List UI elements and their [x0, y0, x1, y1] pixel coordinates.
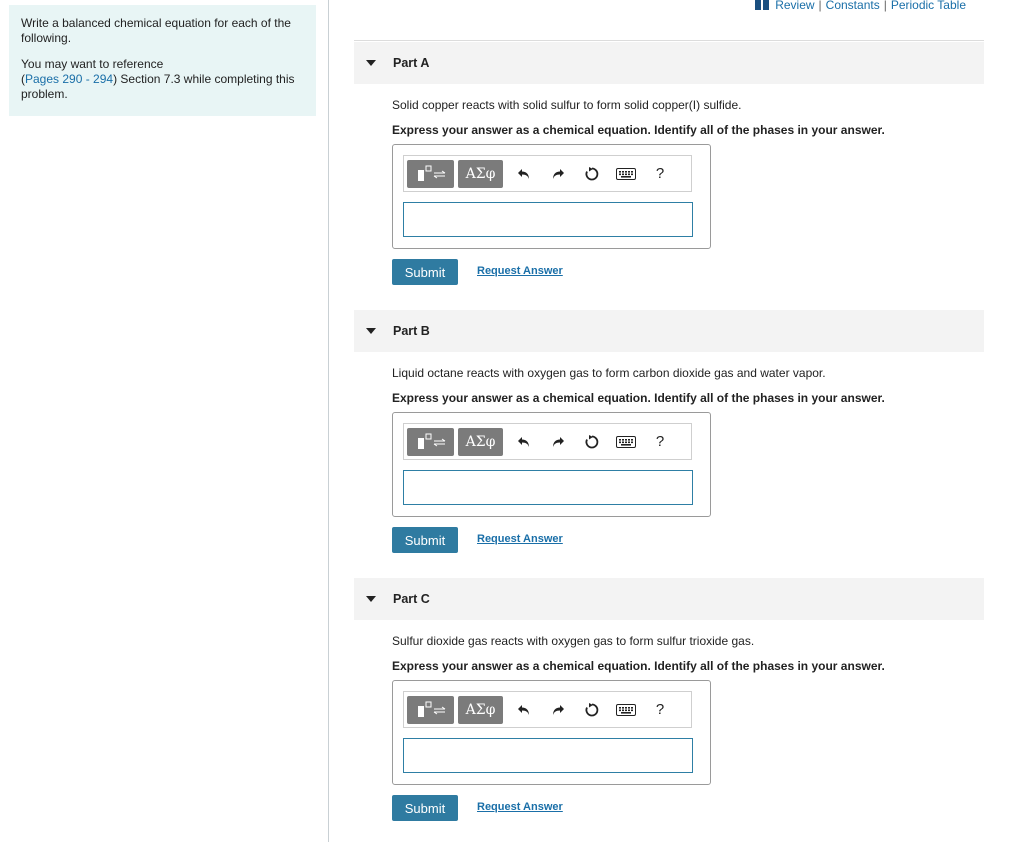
panel-divider — [328, 0, 329, 842]
greek-symbols-button[interactable]: ΑΣφ — [458, 427, 503, 456]
review-link[interactable]: Review — [775, 0, 814, 13]
keyboard-icon[interactable] — [609, 428, 643, 456]
help-icon[interactable]: ? — [643, 696, 677, 724]
intro-text: Write a balanced chemical equation for e… — [21, 16, 291, 45]
top-links: Review | Constants | Periodic Table — [755, 0, 966, 13]
templates-icon — [417, 433, 445, 449]
answer-box: ΑΣφ ? — [392, 680, 711, 785]
question-instruction: Express your answer as a chemical equati… — [392, 123, 885, 137]
reset-icon[interactable] — [575, 160, 609, 188]
part-header[interactable]: Part A — [354, 42, 984, 84]
greek-symbols-button[interactable]: ΑΣφ — [458, 695, 503, 724]
part-section-a: Part A Solid copper reacts with solid su… — [354, 42, 984, 302]
reference-prefix: You may want to reference — [21, 57, 164, 71]
part-title: Part B — [393, 324, 430, 338]
question-prompt: Solid copper reacts with solid sulfur to… — [392, 98, 742, 112]
templates-button[interactable] — [407, 695, 454, 724]
reset-icon[interactable] — [575, 428, 609, 456]
math-toolbar: ΑΣφ ? — [403, 155, 692, 192]
reference-note: You may want to reference (Pages 290 - 2… — [21, 57, 295, 101]
answer-box: ΑΣφ ? — [392, 412, 711, 517]
separator: | — [883, 0, 887, 12]
question-instruction: Express your answer as a chemical equati… — [392, 391, 885, 405]
greek-label: ΑΣφ — [465, 433, 496, 450]
math-toolbar: ΑΣφ ? — [403, 423, 692, 460]
undo-icon[interactable] — [507, 160, 541, 188]
part-section-b: Part B Liquid octane reacts with oxygen … — [354, 310, 984, 570]
greek-label: ΑΣφ — [465, 701, 496, 718]
undo-icon[interactable] — [507, 696, 541, 724]
help-label: ? — [655, 165, 665, 182]
templates-button[interactable] — [407, 427, 454, 456]
top-rule — [354, 40, 984, 41]
part-title: Part A — [393, 56, 430, 70]
part-header[interactable]: Part B — [354, 310, 984, 352]
intro-panel: Write a balanced chemical equation for e… — [9, 5, 316, 116]
caret-down-icon[interactable] — [366, 328, 376, 334]
reset-icon[interactable] — [575, 696, 609, 724]
part-title: Part C — [393, 592, 430, 606]
part-section-c: Part C Sulfur dioxide gas reacts with ox… — [354, 578, 984, 838]
question-instruction: Express your answer as a chemical equati… — [392, 659, 885, 673]
question-prompt: Sulfur dioxide gas reacts with oxygen ga… — [392, 634, 755, 648]
keyboard-icon[interactable] — [609, 696, 643, 724]
periodic-table-link[interactable]: Periodic Table — [891, 0, 966, 13]
math-toolbar: ΑΣφ ? — [403, 691, 692, 728]
reference-pages-link[interactable]: Pages 290 - 294 — [25, 72, 113, 86]
submit-button[interactable]: Submit — [392, 527, 458, 553]
caret-down-icon[interactable] — [366, 596, 376, 602]
templates-button[interactable] — [407, 159, 454, 188]
keyboard-icon[interactable] — [609, 160, 643, 188]
greek-symbols-button[interactable]: ΑΣφ — [458, 159, 503, 188]
undo-icon[interactable] — [507, 428, 541, 456]
greek-label: ΑΣφ — [465, 165, 496, 182]
submit-button[interactable]: Submit — [392, 795, 458, 821]
caret-down-icon[interactable] — [366, 60, 376, 66]
equation-input[interactable] — [403, 202, 693, 237]
request-answer-link[interactable]: Request Answer — [477, 265, 563, 277]
help-icon[interactable]: ? — [643, 428, 677, 456]
request-answer-link[interactable]: Request Answer — [477, 533, 563, 545]
answer-box: ΑΣφ ? — [392, 144, 711, 249]
redo-icon[interactable] — [541, 696, 575, 724]
redo-icon[interactable] — [541, 160, 575, 188]
help-label: ? — [655, 701, 665, 718]
submit-button[interactable]: Submit — [392, 259, 458, 285]
redo-icon[interactable] — [541, 428, 575, 456]
help-icon[interactable]: ? — [643, 160, 677, 188]
equation-input[interactable] — [403, 738, 693, 773]
templates-icon — [417, 165, 445, 181]
book-icon — [755, 0, 770, 10]
part-header[interactable]: Part C — [354, 578, 984, 620]
help-label: ? — [655, 433, 665, 450]
separator: | — [818, 0, 822, 12]
question-prompt: Liquid octane reacts with oxygen gas to … — [392, 366, 826, 380]
equation-input[interactable] — [403, 470, 693, 505]
templates-icon — [417, 701, 445, 717]
constants-link[interactable]: Constants — [826, 0, 880, 13]
request-answer-link[interactable]: Request Answer — [477, 801, 563, 813]
